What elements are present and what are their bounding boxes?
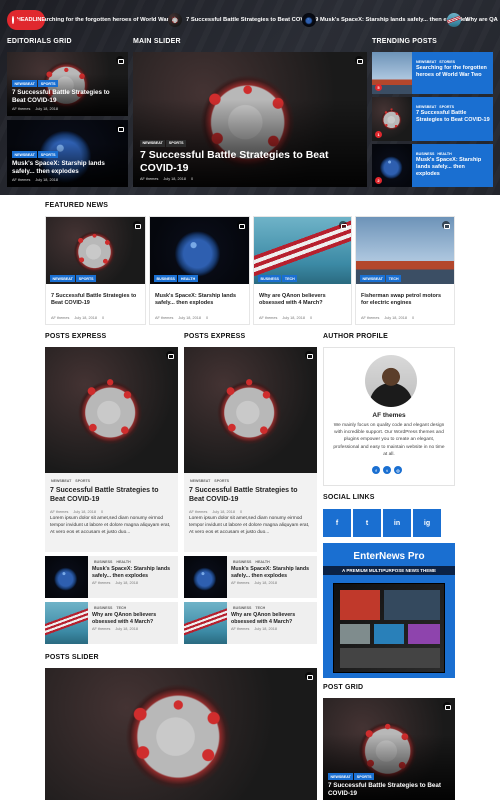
trending-item[interactable]: 5 NEWSBEAT STORIES Searching for the forg…	[372, 52, 493, 94]
post-excerpt: Lorem ipsum dolor sit amet,sed diam nonu…	[189, 516, 310, 536]
express-list-item[interactable]: BUSINESS HEALTH Musk's SpaceX: Starship l…	[45, 556, 178, 598]
format-icon	[116, 124, 124, 132]
posts-express-title: POSTS EXPRESS	[45, 333, 107, 340]
main-slider-title: MAIN SLIDER	[133, 38, 181, 45]
author-social-icons: f t ◎	[372, 466, 402, 474]
author-profile-title: AUTHOR PROFILE	[323, 333, 389, 340]
express-list-item[interactable]: BUSINESS TECH Why are QAnon believers obs…	[45, 602, 178, 644]
express-list-item[interactable]: BUSINESS HEALTH Musk's SpaceX: Starship l…	[184, 556, 317, 598]
featured-news-title: FEATURED NEWS	[45, 202, 109, 209]
ticker-thumb	[168, 13, 182, 27]
trending-item[interactable]: 1 NEWSBEAT SPORTS 7 Successful Battle Str…	[372, 97, 493, 141]
post-title[interactable]: Musk's SpaceX: Starship lands safely... …	[12, 160, 123, 176]
editorial-card[interactable]: NEWSBEAT SPORTS Musk's SpaceX: Starship …	[7, 120, 128, 187]
format-icon	[305, 672, 313, 680]
featured-card[interactable]: NEWSBEAT TECH Fisherman swap petrol motor…	[355, 216, 455, 325]
instagram-icon[interactable]: ◎	[394, 466, 402, 474]
format-icon	[355, 56, 363, 64]
promo-banner[interactable]: EnterNews Pro A PREMIUM MULTIPURPOSE NEW…	[323, 543, 455, 678]
facebook-button[interactable]: f	[323, 509, 351, 537]
promo-title: EnterNews Pro	[353, 551, 425, 562]
format-icon	[443, 702, 451, 710]
social-links-title: SOCIAL LINKS	[323, 494, 375, 501]
posts-slider-title: POSTS SLIDER	[45, 654, 99, 661]
editorial-card[interactable]: NEWSBEAT SPORTS 7 Successful Battle Stra…	[7, 52, 128, 116]
express-list-item[interactable]: BUSINESS TECH Why are QAnon believers obs…	[184, 602, 317, 644]
twitter-button[interactable]: t	[353, 509, 381, 537]
headline-label: HEADLINE	[7, 10, 45, 30]
linkedin-button[interactable]: in	[383, 509, 411, 537]
featured-card[interactable]: NEWSBEAT SPORTS 7 Successful Battle Strat…	[45, 216, 146, 325]
post-grid-card[interactable]: NEWSBEAT SPORTS 7 Successful Battle Stra…	[323, 698, 455, 800]
main-slide[interactable]: NEWSBEAT SPORTS 7 Successful Battle Stra…	[133, 52, 367, 187]
ticker-item[interactable]: Why are QA	[447, 13, 498, 27]
express-main-card[interactable]: NEWSBEAT SPORTS 7 Successful Battle Strat…	[45, 347, 178, 552]
post-excerpt: Lorem ipsum dolor sit amet,sed diam nonu…	[50, 516, 171, 536]
post-title[interactable]: 7 Successful Battle Strategies to Beat C…	[12, 89, 123, 105]
promo-subtitle: A PREMIUM MULTIPURPOSE NEWS THEME	[323, 566, 455, 575]
ticker-thumb	[302, 13, 316, 27]
format-icon	[116, 56, 124, 64]
instagram-button[interactable]: ig	[413, 509, 441, 537]
featured-card[interactable]: BUSINESS TECH Why are QAnon believers obs…	[253, 216, 352, 325]
author-bio: We mainly focus on quality code and eleg…	[333, 423, 445, 457]
express-main-card[interactable]: NEWSBEAT SPORTS 7 Successful Battle Strat…	[184, 347, 317, 552]
trending-posts-title: TRENDING POSTS	[372, 38, 438, 45]
author-avatar	[365, 355, 417, 407]
posts-express-title: POSTS EXPRESS	[184, 333, 246, 340]
posts-slider-slide[interactable]	[45, 668, 317, 800]
promo-preview	[333, 583, 445, 673]
ticker-item[interactable]: earching for the forgotten heroes of Wor…	[40, 13, 182, 27]
facebook-icon[interactable]: f	[372, 466, 380, 474]
editorials-grid-title: EDITORIALS GRID	[7, 38, 72, 45]
author-name: AF themes	[372, 412, 406, 419]
live-dot-icon	[12, 16, 18, 24]
post-title[interactable]: 7 Successful Battle Strategies to Beat C…	[328, 782, 450, 798]
ticker-item[interactable]: 7 Successful Battle Strategies to Beat C…	[168, 13, 318, 27]
ticker-item[interactable]: Musk's SpaceX: Starship lands safely... …	[302, 13, 469, 27]
post-title[interactable]: 7 Successful Battle Strategies to Beat C…	[140, 149, 335, 175]
featured-card[interactable]: BUSINESS HEALTH Musk's SpaceX: Starship l…	[149, 216, 250, 325]
headline-ticker: HEADLINE earching for the forgotten hero…	[0, 9, 500, 31]
ticker-thumb	[447, 13, 461, 27]
trending-item[interactable]: 2 BUSINESS HEALTH Musk's SpaceX: Starship…	[372, 144, 493, 187]
twitter-icon[interactable]: t	[383, 466, 391, 474]
post-grid-title: POST GRID	[323, 684, 364, 691]
